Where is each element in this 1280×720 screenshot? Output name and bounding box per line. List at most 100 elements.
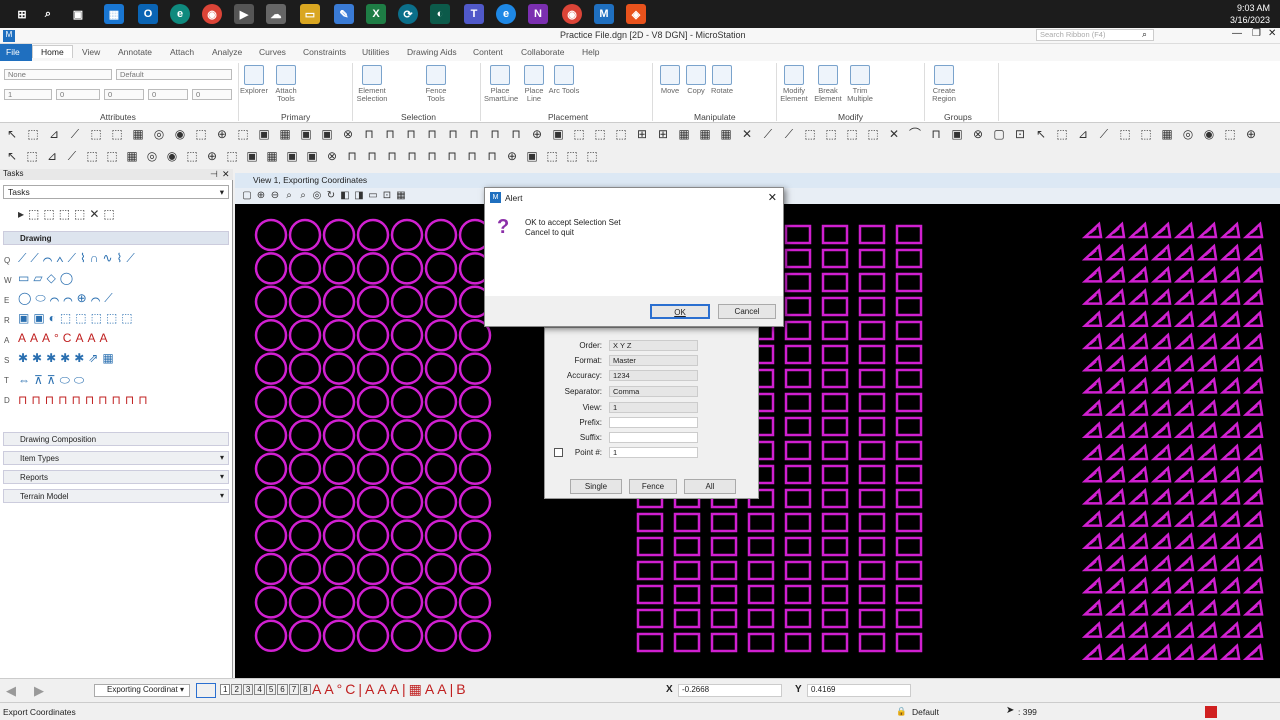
triangle-element[interactable] — [1173, 332, 1195, 350]
toolbar-tool-icon[interactable]: ⊞ — [634, 126, 650, 142]
reports-section[interactable]: Reports ▾ — [3, 470, 229, 484]
triangle-element[interactable] — [1173, 643, 1195, 661]
toolbar-tool-icon[interactable]: ↖ — [4, 126, 20, 142]
minimize-button[interactable]: — — [1232, 28, 1242, 39]
toolbar-tool-icon[interactable]: ⊓ — [445, 126, 461, 142]
toolbar-tool-icon[interactable]: ⬚ — [1138, 126, 1154, 142]
fence-tools-button[interactable]: Fence Tools — [420, 65, 452, 103]
circle-element[interactable] — [322, 385, 356, 419]
app3-icon[interactable]: ◈ — [626, 4, 646, 24]
triangle-element[interactable] — [1081, 376, 1103, 394]
triangle-element[interactable] — [1150, 576, 1172, 594]
rectangle-element[interactable] — [821, 464, 849, 485]
triangle-element[interactable] — [1127, 332, 1149, 350]
toolbar-tool-icon[interactable]: ⊓ — [403, 126, 419, 142]
toolbar-tool-icon[interactable]: ⊓ — [344, 148, 360, 164]
triangle-element[interactable] — [1150, 265, 1172, 283]
triangle-element[interactable] — [1173, 310, 1195, 328]
triangle-element[interactable] — [1081, 443, 1103, 461]
triangle-element[interactable] — [1104, 487, 1126, 505]
rectangle-element[interactable] — [636, 584, 664, 605]
toolbar-tool-icon[interactable]: ▣ — [298, 126, 314, 142]
circle-element[interactable] — [390, 385, 424, 419]
triangle-element[interactable] — [1127, 621, 1149, 638]
rectangle-element[interactable] — [858, 560, 886, 581]
toolbar-tool-icon[interactable]: ⌒ — [907, 126, 923, 142]
circle-element[interactable] — [424, 519, 458, 552]
triangle-element[interactable] — [1104, 332, 1126, 350]
triangle-element[interactable] — [1219, 354, 1241, 372]
y-coordinate-field[interactable]: 0.4169 — [807, 684, 911, 697]
triangle-element[interactable] — [1219, 643, 1241, 661]
circle-element[interactable] — [288, 252, 322, 285]
separator-field[interactable]: Comma — [609, 386, 698, 397]
toolbar-tool-icon[interactable]: ⊞ — [655, 126, 671, 142]
rectangle-element[interactable] — [784, 248, 812, 269]
triangle-element[interactable] — [1150, 532, 1172, 550]
toolbar-tool-icon[interactable]: ▣ — [319, 126, 335, 142]
rectangle-element[interactable] — [710, 512, 738, 533]
triangle-element[interactable] — [1219, 487, 1241, 505]
triangle-element[interactable] — [1081, 332, 1103, 350]
toolbar-tool-icon[interactable]: ↖ — [1033, 126, 1049, 142]
view-button-1[interactable]: 1 — [220, 684, 231, 695]
triangle-element[interactable] — [1196, 265, 1218, 283]
triangle-element[interactable] — [1104, 221, 1126, 239]
triangle-element[interactable] — [1196, 510, 1218, 527]
toolbar-tool-icon[interactable]: ↖ — [4, 148, 20, 164]
triangle-element[interactable] — [1196, 310, 1218, 328]
triangle-element[interactable] — [1196, 332, 1218, 350]
toolbar-tool-icon[interactable]: ⬚ — [104, 148, 120, 164]
toolbar-tool-icon[interactable]: ⊓ — [466, 126, 482, 142]
rectangle-element[interactable] — [673, 632, 701, 653]
circle-element[interactable] — [424, 619, 458, 653]
triangle-element[interactable] — [1219, 510, 1241, 527]
triangle-element[interactable] — [1150, 288, 1172, 305]
point-input[interactable]: 1 — [609, 447, 698, 458]
toolbar-tool-icon[interactable]: ▦ — [676, 126, 692, 142]
triangle-element[interactable] — [1219, 532, 1241, 550]
triangle-element[interactable] — [1150, 421, 1172, 439]
circle-element[interactable] — [424, 252, 458, 285]
style-select[interactable]: Default — [116, 69, 232, 80]
search-icon[interactable]: ⌕ — [1142, 29, 1147, 40]
toolbar-tool-icon[interactable]: ⊓ — [384, 148, 400, 164]
toolbar-tool-icon[interactable]: ⬚ — [1222, 126, 1238, 142]
circle-element[interactable] — [288, 285, 322, 319]
circle-element[interactable] — [424, 352, 458, 385]
triangle-element[interactable] — [1242, 221, 1264, 239]
triangle-element[interactable] — [1196, 621, 1218, 638]
triangle-element[interactable] — [1219, 376, 1241, 394]
close-icon[interactable]: ✕ — [768, 191, 777, 204]
triangle-element[interactable] — [1219, 598, 1241, 616]
circle-element[interactable] — [458, 485, 492, 519]
chrome-icon[interactable]: ◉ — [202, 4, 222, 24]
rectangle-element[interactable] — [784, 488, 812, 509]
forward-icon[interactable]: ▶ — [34, 683, 44, 699]
rectangle-element[interactable] — [858, 368, 886, 389]
triangle-element[interactable] — [1081, 510, 1103, 527]
triangle-element[interactable] — [1104, 243, 1126, 261]
triangle-element[interactable] — [1242, 399, 1264, 416]
rectangle-element[interactable] — [858, 488, 886, 509]
rectangle-element[interactable] — [784, 608, 812, 629]
toolbar-tool-icon[interactable]: ▦ — [124, 148, 140, 164]
toolbar-tool-icon[interactable]: ⬚ — [184, 148, 200, 164]
rectangle-element[interactable] — [858, 320, 886, 341]
circle-element[interactable] — [356, 485, 390, 519]
circle-element[interactable] — [254, 485, 288, 519]
rectangle-element[interactable] — [821, 512, 849, 533]
triangle-element[interactable] — [1196, 354, 1218, 372]
triangle-element[interactable] — [1127, 354, 1149, 372]
circle-element[interactable] — [322, 485, 356, 519]
rectangle-element[interactable] — [858, 296, 886, 317]
circle-element[interactable] — [424, 419, 458, 452]
circle-element[interactable] — [458, 552, 492, 586]
rectangle-element[interactable] — [858, 392, 886, 413]
toolbar-tool-icon[interactable]: ▦ — [264, 148, 280, 164]
triangle-element[interactable] — [1242, 288, 1264, 305]
linestyle-select[interactable]: 0 — [104, 89, 144, 100]
rectangle-element[interactable] — [673, 608, 701, 629]
toolbar-tool-icon[interactable]: ◉ — [1201, 126, 1217, 142]
rectangle-element[interactable] — [710, 608, 738, 629]
